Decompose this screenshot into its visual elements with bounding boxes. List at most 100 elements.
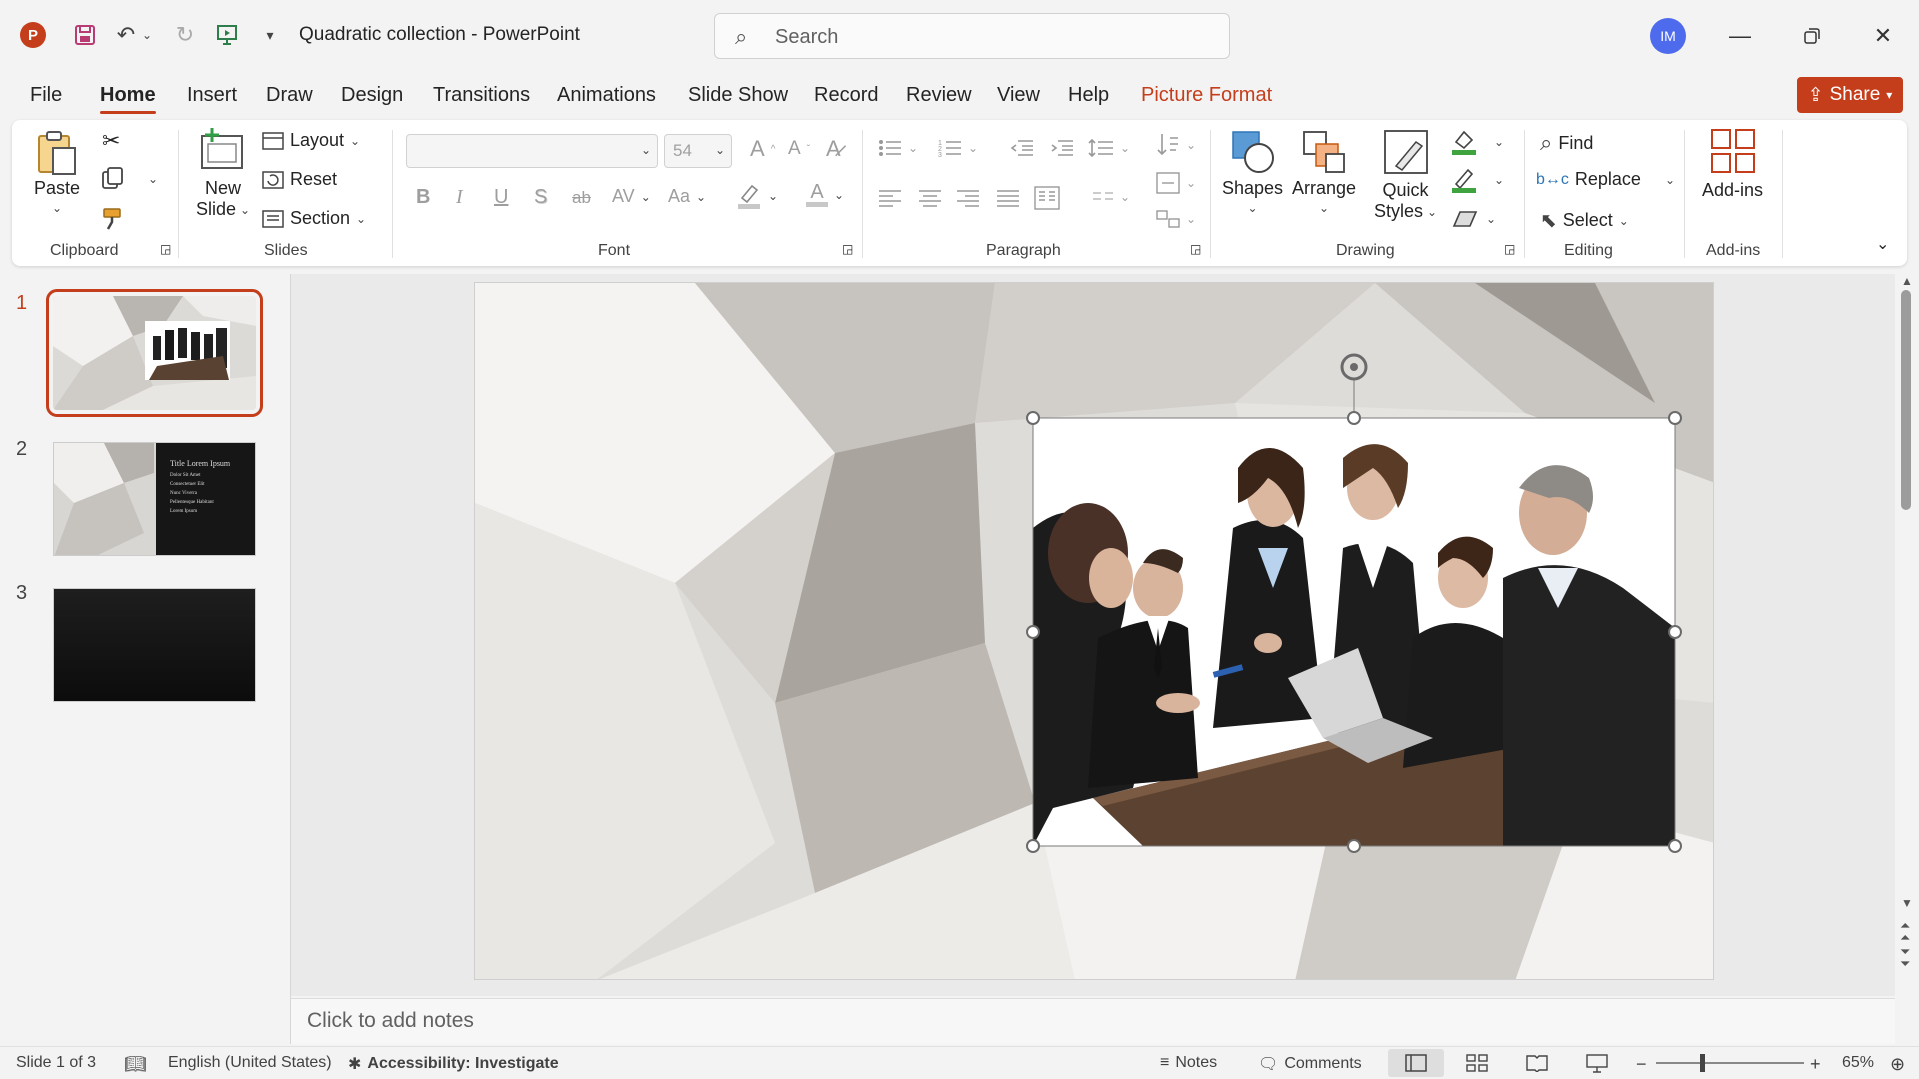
reset-button[interactable]: Reset <box>262 169 337 190</box>
customize-toolbar-icon[interactable]: ▾ <box>260 22 280 48</box>
change-case-button[interactable]: Aa ⌄ <box>668 186 706 207</box>
shape-effects-button[interactable]: ⌄ <box>1450 206 1496 232</box>
tab-animations[interactable]: Animations <box>557 84 656 107</box>
tab-home[interactable]: Home <box>100 84 156 114</box>
scrollbar-thumb[interactable] <box>1901 290 1911 510</box>
dialog-launcher-icon[interactable]: ◲ <box>160 242 171 256</box>
arrange-button[interactable]: Arrange ⌄ <box>1292 128 1356 215</box>
restore-icon[interactable] <box>1792 18 1832 54</box>
tab-picture-format[interactable]: Picture Format <box>1141 84 1272 107</box>
tab-slide-show[interactable]: Slide Show <box>688 84 788 107</box>
numbering-button[interactable]: 1 2 3 ⌄ <box>938 138 978 158</box>
vertical-scrollbar[interactable]: ▲ ▼ ⏶ ⏶ ⏷ ⏷ <box>1895 274 1919 996</box>
slide-thumbnail-2[interactable]: Title Lorem Ipsum Dolor Sit Amet Consect… <box>53 442 256 556</box>
cut-icon[interactable]: ✂ <box>102 128 120 154</box>
format-painter-icon[interactable] <box>100 206 126 232</box>
increase-indent-icon[interactable] <box>1050 138 1074 158</box>
notes-button[interactable]: ≡ Notes <box>1160 1054 1217 1072</box>
normal-view-icon[interactable] <box>1388 1049 1444 1077</box>
close-icon[interactable]: ✕ <box>1863 18 1903 54</box>
layout-button[interactable]: Layout ⌄ <box>262 130 360 151</box>
reading-view-icon[interactable] <box>1526 1054 1548 1072</box>
highlight-color-button[interactable]: ⌄ <box>736 182 778 210</box>
align-left-icon[interactable] <box>878 188 902 208</box>
shrink-font-icon[interactable]: Aˇ <box>788 138 810 160</box>
save-icon[interactable] <box>70 20 100 50</box>
smartart-button[interactable]: ⌄ <box>1156 208 1196 230</box>
quick-styles-button[interactable]: Quick Styles ⌄ <box>1374 128 1437 222</box>
selected-picture[interactable] <box>1033 418 1675 846</box>
shadow-button[interactable]: S <box>534 186 547 209</box>
zoom-slider[interactable] <box>1656 1054 1804 1072</box>
scroll-down-icon[interactable]: ▼ <box>1901 896 1913 910</box>
copy-icon[interactable]: ⌄ <box>100 166 158 192</box>
tab-draw[interactable]: Draw <box>266 84 313 107</box>
paste-button[interactable]: Paste ⌄ <box>34 130 80 215</box>
zoom-slider-thumb[interactable] <box>1700 1054 1705 1072</box>
tab-record[interactable]: Record <box>814 84 878 107</box>
character-spacing-button[interactable]: AV ⌄ <box>612 186 651 207</box>
share-button[interactable]: ⇪ Share ▾ <box>1797 77 1903 113</box>
notes-placeholder[interactable]: Click to add notes <box>307 1009 474 1033</box>
replace-button[interactable]: b↔c Replace ⌄ <box>1536 169 1675 190</box>
font-size-field[interactable]: 54 ⌄ <box>664 134 732 168</box>
zoom-in-icon[interactable]: + <box>1810 1054 1821 1075</box>
notes-pane[interactable]: Click to add notes <box>291 998 1895 1044</box>
grow-font-icon[interactable]: A ^ <box>750 136 775 162</box>
search-input[interactable]: Search <box>775 26 838 49</box>
rotate-handle-icon[interactable] <box>1338 351 1370 383</box>
justify-icon[interactable] <box>996 188 1020 208</box>
select-button[interactable]: ⬉ Select ⌄ <box>1540 208 1629 233</box>
minimize-icon[interactable]: — <box>1720 18 1760 54</box>
bullets-button[interactable]: ⌄ <box>878 138 918 158</box>
shape-outline-button[interactable]: ⌄ <box>1450 166 1504 194</box>
language-indicator[interactable]: English (United States) <box>168 1054 332 1072</box>
underline-button[interactable]: U <box>494 186 508 209</box>
scroll-up-icon[interactable]: ▲ <box>1901 274 1913 288</box>
dialog-launcher-icon[interactable]: ◲ <box>842 242 853 256</box>
align-right-icon[interactable] <box>956 188 980 208</box>
slide-sorter-icon[interactable] <box>1466 1054 1488 1072</box>
font-name-field[interactable]: ⌄ <box>406 134 658 168</box>
columns-icon[interactable] <box>1034 186 1060 210</box>
shapes-button[interactable]: Shapes ⌄ <box>1222 128 1283 215</box>
dialog-launcher-icon[interactable]: ◲ <box>1504 242 1515 256</box>
align-text-button[interactable]: ⌄ <box>1156 172 1196 194</box>
dialog-launcher-icon[interactable]: ◲ <box>1190 242 1201 256</box>
strikethrough-button[interactable]: ab <box>572 188 591 208</box>
next-slide-icon[interactable]: ⏷ ⏷ <box>1900 945 1910 970</box>
clear-format-icon[interactable]: A̷ <box>826 136 841 162</box>
comments-button[interactable]: 🗨︎ Comments <box>1258 1054 1362 1074</box>
fit-to-window-icon[interactable]: ⊕ <box>1890 1054 1905 1075</box>
align-center-icon[interactable] <box>918 188 942 208</box>
new-slide-button[interactable]: New Slide ⌄ <box>196 128 250 220</box>
section-button[interactable]: Section ⌄ <box>262 208 366 229</box>
spell-check-icon[interactable]: 📖︎ <box>124 1054 147 1075</box>
search-box[interactable]: ⌕ Search <box>714 13 1230 59</box>
find-button[interactable]: ⌕ Find <box>1540 130 1593 156</box>
tab-transitions[interactable]: Transitions <box>433 84 530 107</box>
tab-view[interactable]: View <box>997 84 1040 107</box>
bold-button[interactable]: B <box>416 186 430 209</box>
slide-thumbnail-3[interactable] <box>53 588 256 702</box>
tab-help[interactable]: Help <box>1068 84 1109 107</box>
zoom-level[interactable]: 65% <box>1842 1054 1874 1072</box>
shape-fill-button[interactable]: ⌄ <box>1450 128 1504 156</box>
previous-slide-icon[interactable]: ⏶ ⏶ <box>1900 919 1910 944</box>
tab-review[interactable]: Review <box>906 84 972 107</box>
tab-file[interactable]: File <box>30 84 62 107</box>
font-color-button[interactable]: A ⌄ <box>806 182 844 207</box>
line-spacing-button[interactable]: ⌄ <box>1088 138 1130 158</box>
columns-dropdown[interactable]: ⌄ <box>1092 188 1130 206</box>
redo-icon[interactable]: ↻ <box>170 20 200 50</box>
italic-button[interactable]: I <box>456 186 463 209</box>
avatar[interactable]: IM <box>1650 18 1686 54</box>
present-icon[interactable] <box>212 20 242 50</box>
tab-insert[interactable]: Insert <box>187 84 237 107</box>
zoom-out-icon[interactable]: − <box>1636 1054 1647 1075</box>
decrease-indent-icon[interactable] <box>1010 138 1034 158</box>
undo-dropdown-icon[interactable]: ⌄ <box>140 22 154 48</box>
tab-design[interactable]: Design <box>341 84 403 107</box>
slide-canvas[interactable] <box>474 282 1714 980</box>
accessibility-button[interactable]: ✱ Accessibility: Investigate <box>348 1054 559 1074</box>
